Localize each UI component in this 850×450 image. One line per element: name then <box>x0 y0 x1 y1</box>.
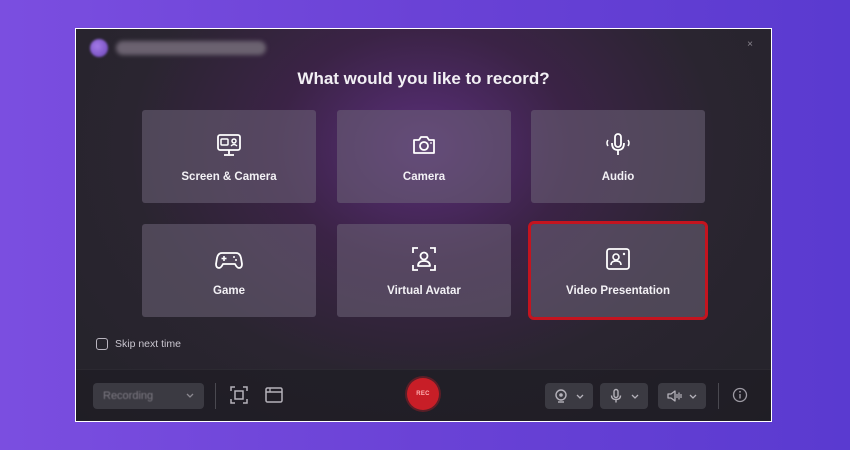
chevron-down-icon <box>631 394 639 399</box>
webcam-icon <box>555 389 567 403</box>
tile-label: Camera <box>402 170 446 183</box>
page-title: What would you like to record? <box>297 69 550 88</box>
microphone-icon <box>610 388 622 403</box>
divider <box>718 383 719 409</box>
skip-label: Skip next time <box>115 338 181 350</box>
tile-label: Video Presentation <box>566 284 670 297</box>
tile-virtual-avatar[interactable]: Virtual Avatar <box>337 224 511 317</box>
tile-audio[interactable]: Audio <box>531 110 705 203</box>
presentation-icon <box>606 247 630 270</box>
checkbox-box[interactable] <box>96 338 108 350</box>
divider <box>215 383 216 409</box>
title-bar: × <box>76 29 771 65</box>
tile-label: Virtual Avatar <box>387 284 461 297</box>
skip-next-time-checkbox[interactable]: Skip next time <box>96 338 181 350</box>
speaker-toggle[interactable] <box>658 383 706 409</box>
gamepad-icon <box>215 251 243 269</box>
webcam-toggle[interactable] <box>545 383 593 409</box>
tile-game[interactable]: Game <box>142 224 316 317</box>
tile-label: Game <box>213 284 245 297</box>
rec-label: REC <box>416 391 430 397</box>
app-title <box>116 41 266 55</box>
microphone-toggle[interactable] <box>600 383 648 409</box>
close-button[interactable]: × <box>747 39 753 50</box>
camera-icon <box>413 135 435 154</box>
microphone-icon <box>606 132 630 155</box>
mode-dropdown[interactable]: Recording <box>93 383 204 409</box>
tile-label: Audio <box>601 170 635 183</box>
app-logo-icon <box>90 39 108 57</box>
tile-video-presentation[interactable]: Video Presentation <box>528 221 708 320</box>
tile-camera[interactable]: Camera <box>337 110 511 203</box>
record-button[interactable]: REC <box>407 378 439 410</box>
chevron-down-icon <box>576 394 584 399</box>
mode-value: Recording <box>103 390 154 402</box>
screen-camera-icon <box>217 133 241 156</box>
avatar-icon <box>412 246 436 271</box>
recorder-window: × What would you like to record? Screen … <box>75 28 772 422</box>
window-select-icon[interactable] <box>264 385 284 405</box>
info-icon[interactable] <box>732 387 748 403</box>
chevron-down-icon <box>186 393 194 398</box>
tile-screen-camera[interactable]: Screen & Camera <box>142 110 316 203</box>
region-select-icon[interactable] <box>229 385 249 405</box>
tile-label: Screen & Camera <box>181 170 277 183</box>
speaker-icon <box>667 390 682 402</box>
bottom-toolbar: Recording REC <box>76 369 771 421</box>
chevron-down-icon <box>689 394 697 399</box>
